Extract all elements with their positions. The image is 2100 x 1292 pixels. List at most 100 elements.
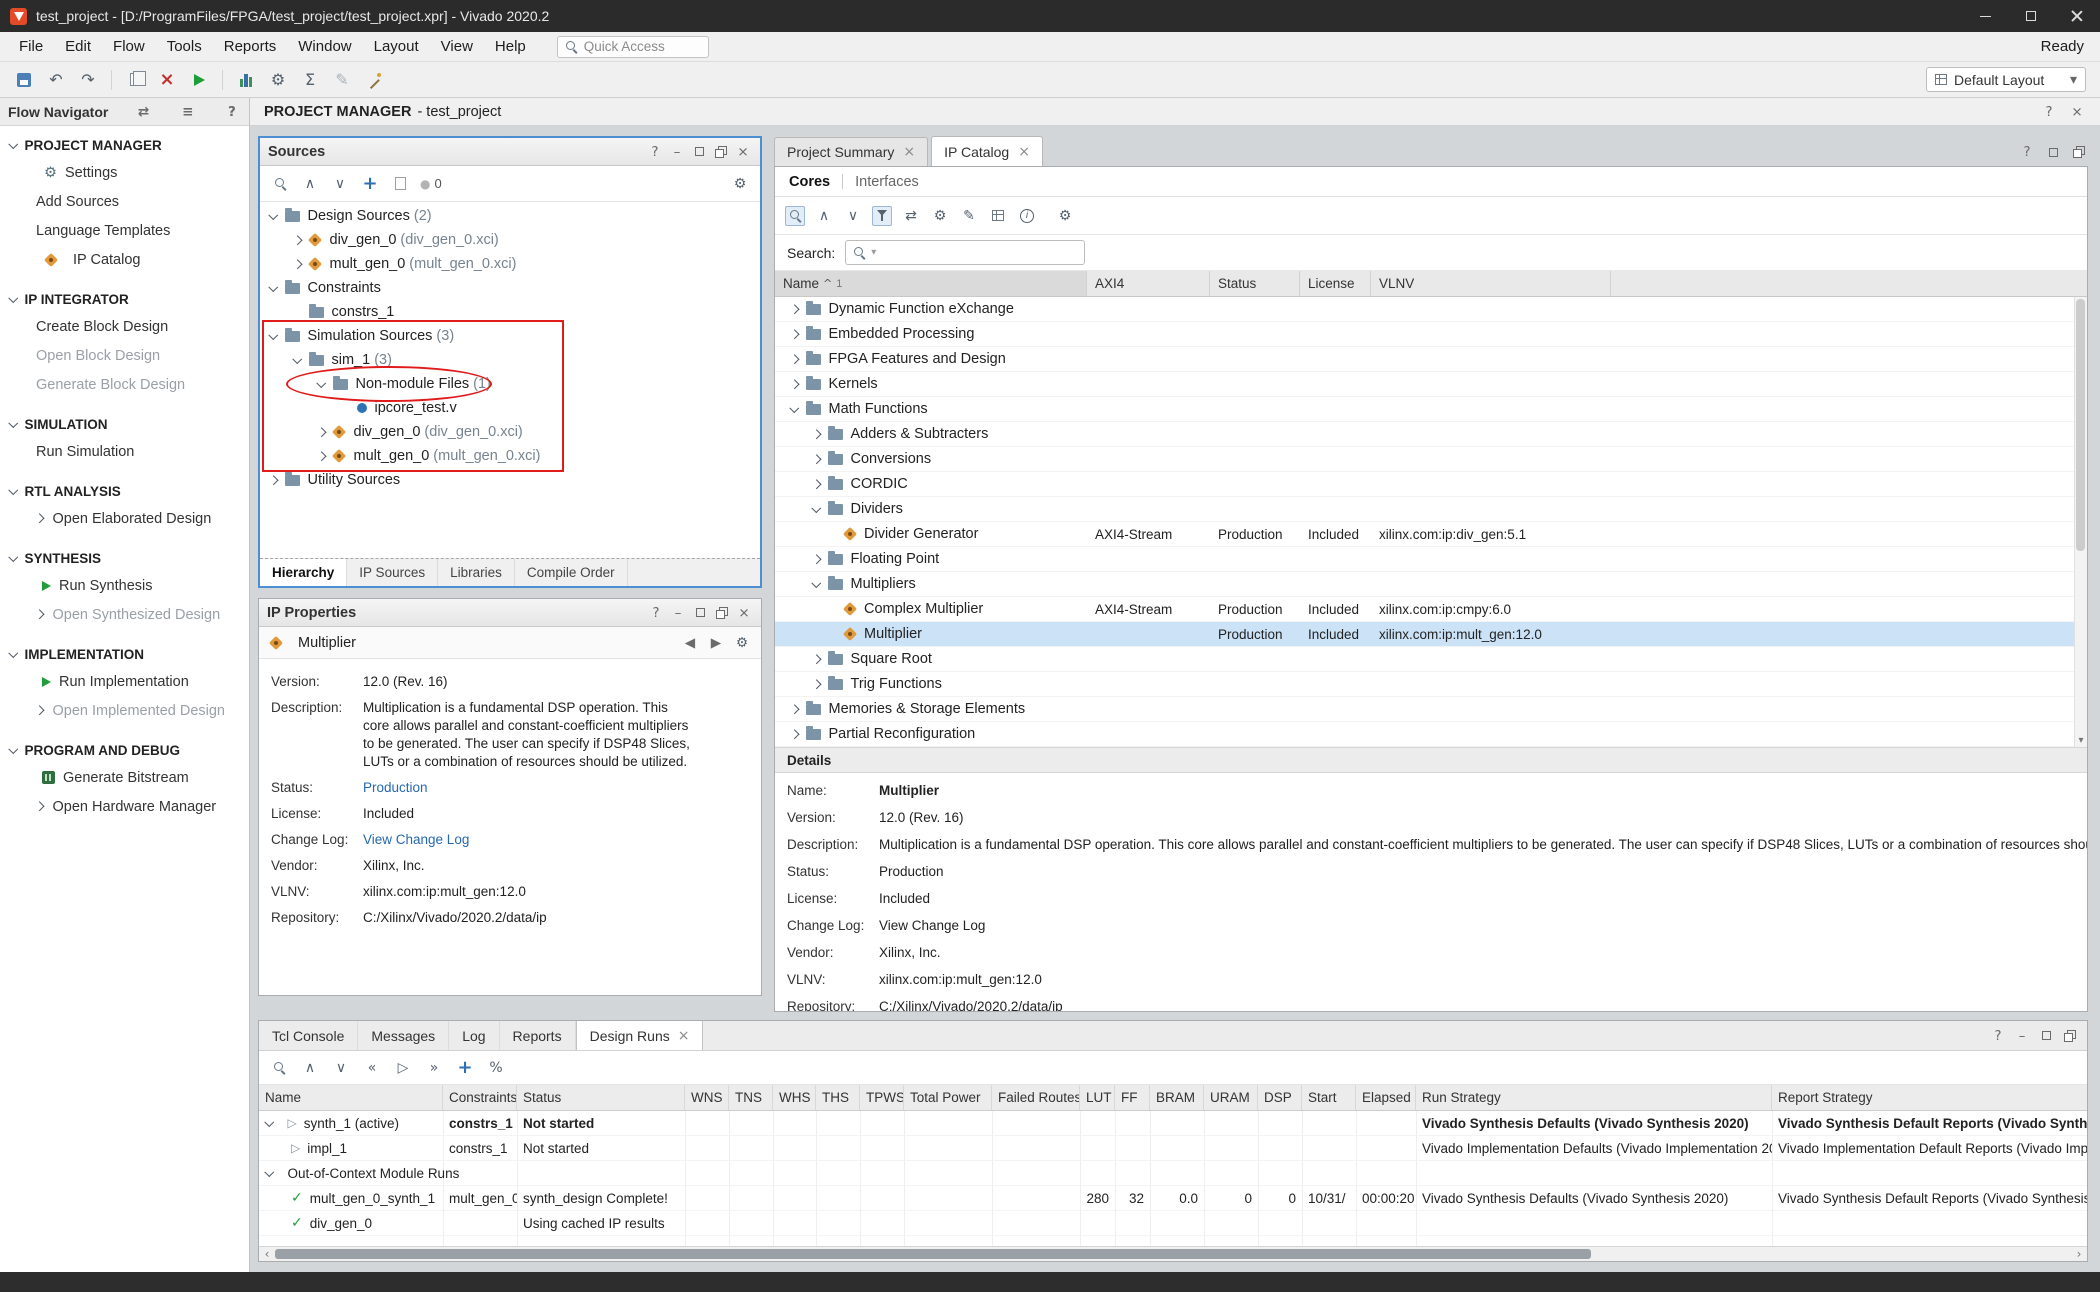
column-start[interactable]: Start <box>1302 1085 1356 1110</box>
tab-design-runs[interactable]: Design Runs× <box>576 1021 704 1050</box>
chevron-right-icon[interactable] <box>269 475 278 484</box>
flownav-item-generate-block-design[interactable]: Generate Block Design <box>0 370 249 399</box>
forward-icon[interactable]: ▶ <box>707 634 725 652</box>
scroll-down-icon[interactable]: ▾ <box>2075 735 2087 746</box>
column-status[interactable]: Status <box>1210 271 1300 296</box>
chevron-right-icon[interactable] <box>293 259 302 268</box>
chevron-right-icon[interactable] <box>790 329 799 338</box>
add-sources-icon[interactable]: + <box>360 174 380 194</box>
step-icon[interactable]: » <box>424 1058 444 1078</box>
column-ff[interactable]: FF <box>1115 1085 1150 1110</box>
flownav-header-ip-integrator[interactable]: IP INTEGRATOR <box>0 286 249 312</box>
flownav-item-ip-catalog[interactable]: IP Catalog <box>0 245 249 274</box>
maximize-icon[interactable] <box>691 604 709 622</box>
menu-layout[interactable]: Layout <box>363 32 430 61</box>
settings-gear-icon[interactable]: ⚙ <box>730 174 750 194</box>
column-failed-routes[interactable]: Failed Routes <box>992 1085 1080 1110</box>
save-button[interactable] <box>10 67 38 93</box>
tree-row-constrs-1[interactable]: constrs_1 <box>260 300 760 324</box>
run-row-mult-gen-0-synth-1[interactable]: ✓mult_gen_0_synth_1 mult_gen_0 synth_des… <box>259 1186 2087 1211</box>
delete-button[interactable]: × <box>153 67 181 93</box>
catalog-row[interactable]: Math Functions <box>775 397 2087 422</box>
flownav-item-open-elaborated-design[interactable]: Open Elaborated Design <box>0 504 249 533</box>
float-icon[interactable] <box>2061 1027 2079 1045</box>
tab-hierarchy[interactable]: Hierarchy <box>260 559 347 586</box>
back-icon[interactable]: ◀ <box>681 634 699 652</box>
copy-button[interactable] <box>121 67 149 93</box>
column-axi4[interactable]: AXI4 <box>1087 271 1210 296</box>
chevron-right-icon[interactable] <box>293 235 302 244</box>
quick-access-search[interactable]: Quick Access <box>557 36 709 58</box>
catalog-row[interactable]: Conversions <box>775 447 2087 472</box>
tree-row-utility-sources[interactable]: Utility Sources <box>260 468 760 492</box>
sum-button[interactable]: Σ <box>296 67 324 93</box>
column-uram[interactable]: URAM <box>1204 1085 1258 1110</box>
menu-file[interactable]: File <box>8 32 54 61</box>
tree-row-constraints[interactable]: Constraints <box>260 276 760 300</box>
column-total-power[interactable]: Total Power <box>904 1085 992 1110</box>
column-name[interactable]: Name^1 <box>775 271 1087 296</box>
flownav-item-create-block-design[interactable]: Create Block Design <box>0 312 249 341</box>
catalog-row[interactable]: Adders & Subtracters <box>775 422 2087 447</box>
chevron-right-icon[interactable] <box>812 479 821 488</box>
percent-icon[interactable]: % <box>486 1058 506 1078</box>
column-constraints[interactable]: Constraints <box>443 1085 517 1110</box>
reports-chart-button[interactable] <box>232 67 260 93</box>
minimize-icon[interactable]: – <box>669 604 687 622</box>
settings-gear-icon[interactable]: ⚙ <box>1055 206 1075 226</box>
info-icon[interactable]: i <box>1017 206 1037 226</box>
run-group-out-of-context[interactable]: Out-of-Context Module Runs <box>259 1161 2087 1186</box>
catalog-row[interactable]: Floating Point <box>775 547 2087 572</box>
chevron-down-icon[interactable] <box>269 210 278 219</box>
menu-tools[interactable]: Tools <box>156 32 213 61</box>
chevron-right-icon[interactable] <box>317 451 326 460</box>
expand-all-icon[interactable]: ∨ <box>330 174 350 194</box>
tab-ip-sources[interactable]: IP Sources <box>347 559 438 586</box>
chevron-right-icon[interactable] <box>790 379 799 388</box>
chevron-down-icon[interactable] <box>293 354 302 363</box>
maximize-button[interactable] <box>2008 0 2054 32</box>
status-link[interactable]: Production <box>363 779 428 797</box>
column-tns[interactable]: TNS <box>729 1085 773 1110</box>
column-elapsed[interactable]: Elapsed <box>1356 1085 1416 1110</box>
chevron-right-icon[interactable] <box>790 304 799 313</box>
scrollbar-thumb[interactable] <box>275 1249 1591 1259</box>
column-ths[interactable]: THS <box>816 1085 860 1110</box>
menu-view[interactable]: View <box>430 32 484 61</box>
help-icon[interactable]: ? <box>2018 143 2036 161</box>
vertical-scrollbar[interactable]: ▾ <box>2074 297 2087 747</box>
tree-row-div-gen-0[interactable]: div_gen_0 (div_gen_0.xci) <box>260 228 760 252</box>
tree-row-non-module-files[interactable]: Non-module Files (1) <box>260 372 760 396</box>
chevron-right-icon[interactable] <box>812 554 821 563</box>
flownav-header-rtl-analysis[interactable]: RTL ANALYSIS <box>0 478 249 504</box>
open-file-icon[interactable] <box>390 174 410 194</box>
chevron-down-icon[interactable] <box>812 578 821 587</box>
chevron-down-icon[interactable] <box>265 1117 274 1126</box>
float-icon[interactable] <box>712 143 730 161</box>
catalog-row[interactable]: Memories & Storage Elements <box>775 697 2087 722</box>
tree-row-mult-gen-0[interactable]: mult_gen_0 (mult_gen_0.xci) <box>260 252 760 276</box>
flownav-header-implementation[interactable]: IMPLEMENTATION <box>0 641 249 667</box>
flownav-header-simulation[interactable]: SIMULATION <box>0 411 249 437</box>
chevron-down-icon[interactable] <box>812 503 821 512</box>
tree-row-sim-mult-gen-0[interactable]: mult_gen_0 (mult_gen_0.xci) <box>260 444 760 468</box>
tree-row-sim-div-gen-0[interactable]: div_gen_0 (div_gen_0.xci) <box>260 420 760 444</box>
run-row-impl-1[interactable]: ▷impl_1 constrs_1 Not started Vivado Imp… <box>259 1136 2087 1161</box>
chevron-right-icon[interactable] <box>790 354 799 363</box>
flownav-item-add-sources[interactable]: Add Sources <box>0 187 249 216</box>
menu-window[interactable]: Window <box>287 32 362 61</box>
tree-row-sim-1[interactable]: sim_1 (3) <box>260 348 760 372</box>
menu-reports[interactable]: Reports <box>213 32 288 61</box>
catalog-search-input[interactable]: ▾ <box>845 240 1085 265</box>
subtab-cores[interactable]: Cores <box>789 174 830 190</box>
catalog-row[interactable]: Kernels <box>775 372 2087 397</box>
column-whs[interactable]: WHS <box>773 1085 816 1110</box>
collapse-all-icon[interactable]: ∧ <box>300 174 320 194</box>
catalog-row[interactable]: Square Root <box>775 647 2087 672</box>
undo-button[interactable]: ↶ <box>42 67 70 93</box>
chevron-down-icon[interactable] <box>269 330 278 339</box>
help-icon[interactable]: ? <box>647 604 665 622</box>
settings-gear-icon[interactable]: ⚙ <box>733 634 751 652</box>
flownav-header-program-and-debug[interactable]: PROGRAM AND DEBUG <box>0 737 249 763</box>
help-icon[interactable]: ? <box>223 103 241 121</box>
